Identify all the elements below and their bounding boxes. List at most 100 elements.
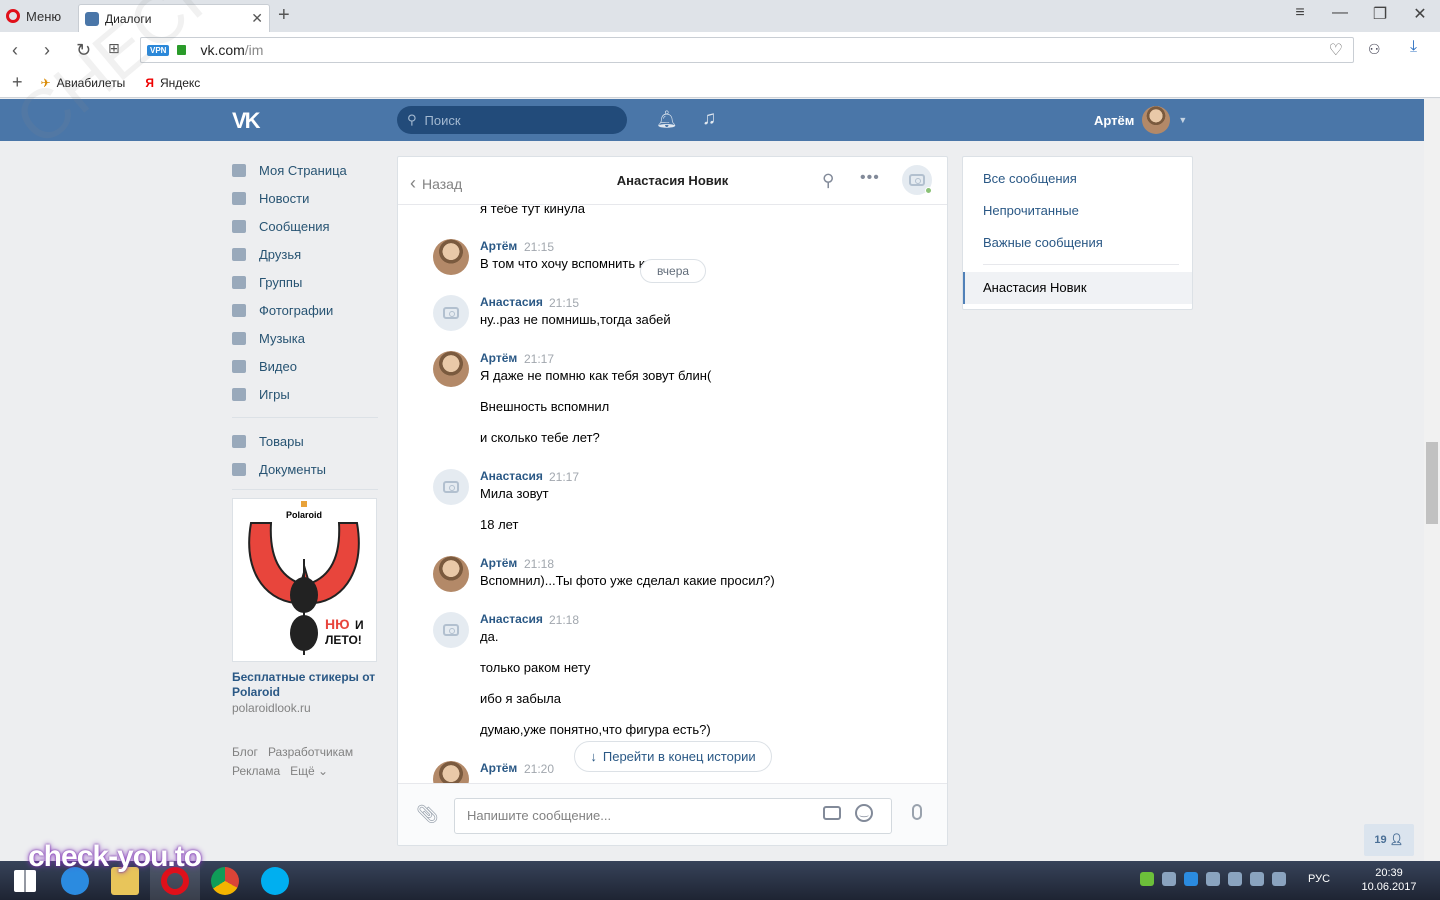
- goto-end-button[interactable]: ↓ Перейти в конец истории: [574, 741, 772, 772]
- message-time[interactable]: 21:15: [549, 296, 579, 310]
- author-avatar[interactable]: [433, 761, 469, 783]
- taskbar-skype[interactable]: [250, 861, 300, 900]
- heart-icon[interactable]: ♡: [1329, 40, 1343, 60]
- message-group[interactable]: Артём 21:18 Вспомнил)...Ты фото уже сделал…: [433, 556, 913, 607]
- footer-link-developers[interactable]: Разработчикам: [268, 745, 353, 759]
- message-time[interactable]: 21:17: [524, 352, 554, 366]
- footer-link-more[interactable]: Ещё ⌄: [290, 764, 328, 778]
- lock-icon[interactable]: [177, 45, 187, 55]
- tray-app-icon[interactable]: [1140, 872, 1154, 886]
- search-input[interactable]: ⚲ Поиск: [397, 106, 627, 134]
- taskbar-chrome[interactable]: [200, 861, 250, 900]
- message-text: Внешность вспомнил: [480, 399, 610, 414]
- photo-attach-icon[interactable]: [823, 806, 841, 820]
- sidebar-item[interactable]: Сообщения: [232, 212, 378, 240]
- friends-icon: [232, 247, 246, 261]
- message-time[interactable]: 21:17: [549, 470, 579, 484]
- camera-icon: [909, 174, 925, 186]
- vk-logo[interactable]: VK: [232, 108, 266, 133]
- sidebar-item[interactable]: Видео: [232, 352, 378, 380]
- message-time[interactable]: 21:18: [549, 613, 579, 627]
- message-author[interactable]: Артём: [480, 556, 517, 570]
- flag-icon[interactable]: [1206, 872, 1220, 886]
- message-time[interactable]: 21:20: [524, 762, 554, 776]
- message-group[interactable]: Анастасия 21:15 ну..раз не помнишь,тогда з…: [433, 295, 913, 346]
- active-dialog-item[interactable]: Анастасия Новик: [963, 272, 1192, 304]
- url-field[interactable]: VPN vk.com/im ♡: [140, 37, 1354, 63]
- microphone-icon[interactable]: [912, 804, 922, 820]
- speed-dial-icon[interactable]: ⊞: [108, 40, 120, 57]
- attach-paperclip-icon[interactable]: 📎︎: [416, 804, 439, 825]
- reload-icon[interactable]: ↻: [76, 40, 91, 61]
- bookmark-yandex[interactable]: Я Яндекс: [145, 76, 200, 90]
- message-author[interactable]: Анастасия: [480, 469, 543, 483]
- footer-link-ads[interactable]: Реклама: [232, 764, 280, 778]
- filter-unread[interactable]: Непрочитанные: [983, 203, 1079, 218]
- volume-icon[interactable]: [1272, 872, 1286, 886]
- message-history[interactable]: я тебе тут кинула Артём 21:15 В том что хо…: [398, 205, 947, 783]
- message-author[interactable]: Артём: [480, 351, 517, 365]
- sidebar-item[interactable]: Новости: [232, 184, 378, 212]
- back-arrow-icon[interactable]: ‹: [12, 40, 18, 61]
- watermark: check-you.to: [28, 840, 202, 873]
- more-actions-icon[interactable]: •••: [860, 169, 880, 187]
- author-avatar-placeholder[interactable]: [433, 295, 469, 331]
- browser-tab[interactable]: Диалоги ✕: [78, 4, 270, 32]
- sidebar-item[interactable]: Группы: [232, 268, 378, 296]
- sidebar-item[interactable]: Моя Страница: [232, 156, 378, 184]
- restore-button[interactable]: ❐: [1360, 4, 1400, 24]
- vpn-badge[interactable]: VPN: [147, 44, 170, 56]
- ad-title[interactable]: Бесплатные стикеры от Polaroid: [232, 670, 378, 700]
- message-author[interactable]: Анастасия: [480, 295, 543, 309]
- author-avatar-placeholder[interactable]: [433, 612, 469, 648]
- scrollbar-thumb[interactable]: [1426, 442, 1438, 524]
- tools-icon[interactable]: [1228, 872, 1242, 886]
- opera-menu-button[interactable]: Меню: [6, 5, 61, 27]
- user-menu[interactable]: Артём ▼: [1094, 106, 1187, 134]
- camera-icon: [443, 307, 459, 319]
- close-window-button[interactable]: ✕: [1400, 4, 1440, 24]
- sidebar-item[interactable]: Друзья: [232, 240, 378, 268]
- message-group[interactable]: Анастасия 21:17 Мила зовут 18 лет: [433, 469, 913, 551]
- author-avatar-placeholder[interactable]: [433, 469, 469, 505]
- sidebar-item[interactable]: Документы: [232, 455, 378, 483]
- music-player-icon[interactable]: ♫: [702, 108, 716, 130]
- message-time[interactable]: 21:18: [524, 557, 554, 571]
- filter-important[interactable]: Важные сообщения: [983, 235, 1103, 250]
- tabs-menu-icon[interactable]: ≡: [1280, 4, 1320, 22]
- forward-arrow-icon[interactable]: ›: [44, 40, 50, 61]
- notifications-bell-icon[interactable]: 🔔︎: [656, 110, 678, 130]
- polaroid-ad-image[interactable]: Polaroid НЮ И ЛЕТО!: [232, 498, 377, 662]
- author-avatar[interactable]: [433, 556, 469, 592]
- minimize-button[interactable]: —: [1320, 4, 1360, 22]
- message-author[interactable]: Артём: [480, 761, 517, 775]
- download-icon[interactable]: ⤓: [1410, 38, 1417, 56]
- network-icon[interactable]: [1250, 872, 1264, 886]
- language-indicator[interactable]: РУС: [1308, 873, 1330, 885]
- message-author[interactable]: Артём: [480, 239, 517, 253]
- search-icon[interactable]: ⚲: [822, 171, 834, 191]
- close-tab-icon[interactable]: ✕: [251, 10, 263, 27]
- new-tab-button[interactable]: +: [278, 4, 290, 27]
- skype-tray-icon[interactable]: [1184, 872, 1198, 886]
- steam-icon[interactable]: [1162, 872, 1176, 886]
- footer-link-blog[interactable]: Блог: [232, 745, 258, 759]
- system-clock[interactable]: 20:39 10.06.2017: [1352, 866, 1426, 894]
- vpn-status-icon[interactable]: ⚇: [1368, 41, 1381, 58]
- emoji-icon[interactable]: ‿: [855, 804, 873, 822]
- add-bookmark-icon[interactable]: +: [12, 72, 23, 93]
- message-time[interactable]: 21:15: [524, 240, 554, 254]
- sidebar-item[interactable]: Музыка: [232, 324, 378, 352]
- author-avatar[interactable]: [433, 351, 469, 387]
- sidebar-item[interactable]: Товары: [232, 427, 378, 455]
- message-group[interactable]: Анастасия 21:18 да. только раком нету ибо я …: [433, 612, 913, 756]
- sidebar-item[interactable]: Фотографии: [232, 296, 378, 324]
- bookmark-aviabilety[interactable]: ✈ Авиабилеты: [41, 76, 126, 90]
- sidebar-item[interactable]: Игры: [232, 380, 378, 408]
- message-author[interactable]: Анастасия: [480, 612, 543, 626]
- online-friends-counter[interactable]: 19 👤︎: [1364, 824, 1414, 856]
- message-group[interactable]: Артём 21:17 Я даже не помню как тебя зовут…: [433, 351, 913, 464]
- ad-site[interactable]: polaroidlook.ru: [232, 701, 311, 715]
- author-avatar[interactable]: [433, 239, 469, 275]
- filter-all-messages[interactable]: Все сообщения: [983, 171, 1077, 186]
